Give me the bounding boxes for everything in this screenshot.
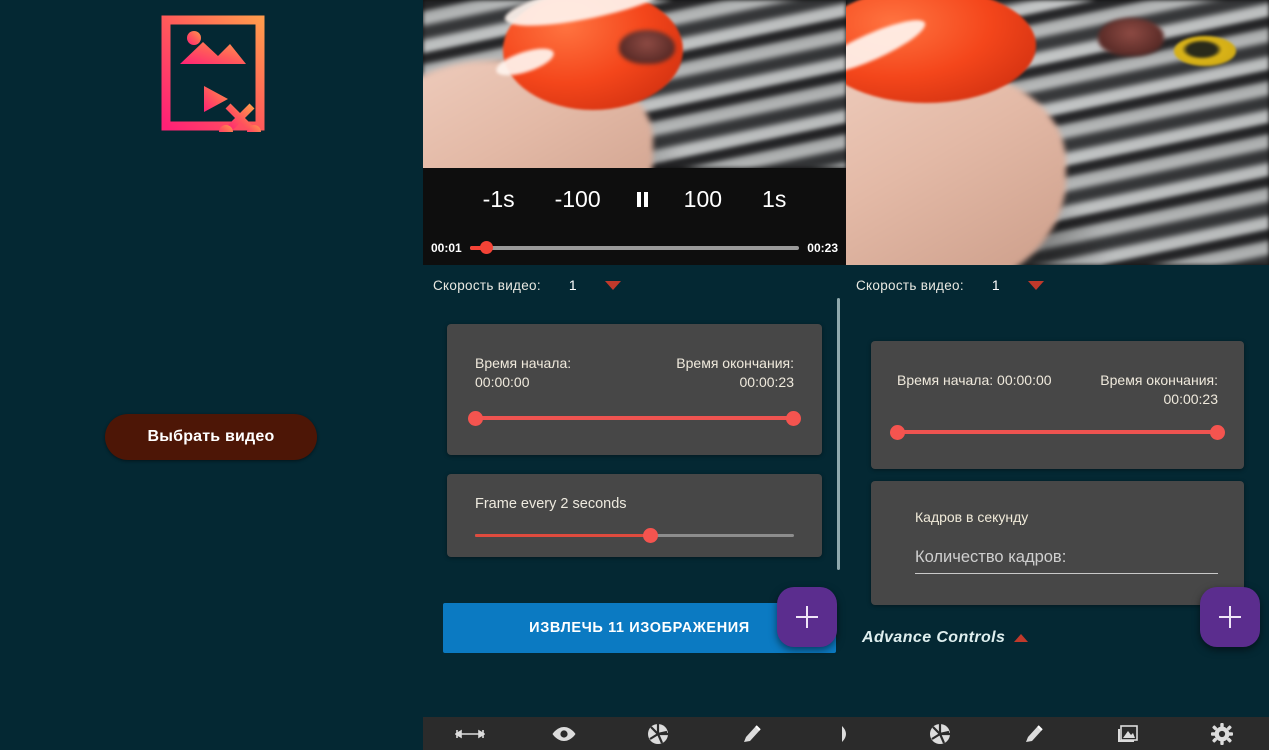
image-icon [1116, 723, 1140, 745]
video-preview-right[interactable] [846, 0, 1269, 265]
end-time-text-right: Время окончания: 00:00:23 [1100, 372, 1218, 407]
trim-range-thumb-start-left[interactable] [468, 410, 483, 426]
left-column: Выбрать видео [0, 0, 423, 750]
video-frame-image-left [423, 0, 846, 168]
trim-times-right: Время начала: 00:00:00 Время окончания: … [897, 371, 1218, 409]
current-time-label: 00:01 [431, 240, 462, 255]
panel-divider-handle[interactable] [837, 298, 840, 570]
trim-range-thumb-end-left[interactable] [786, 410, 801, 426]
tool-settings[interactable] [1175, 717, 1269, 750]
trim-range-slider-right[interactable] [890, 424, 1225, 440]
aperture-icon [929, 723, 951, 745]
plus-icon-right [1219, 606, 1241, 628]
pencil-icon [1023, 723, 1045, 745]
end-time-value-left: 00:00:23 [739, 374, 795, 390]
speed-value-right[interactable]: 1 [992, 277, 1000, 293]
tool-preview[interactable] [517, 717, 611, 750]
chevron-up-icon [1014, 634, 1029, 642]
speed-row-left: Скорость видео: 1 [433, 272, 621, 298]
add-fab-right[interactable] [1200, 587, 1260, 647]
speed-value-left[interactable]: 1 [569, 277, 577, 293]
seek-back-1s-button[interactable]: -1s [479, 186, 519, 213]
frame-interval-fill [475, 534, 651, 537]
transport-controls: -1s -100 100 1s [423, 168, 846, 230]
start-time-value-left: 00:00:00 [475, 374, 530, 390]
seek-back-100-button[interactable]: -100 [551, 186, 605, 213]
seek-row: 00:01 00:23 [423, 230, 846, 265]
chevron-down-icon-left[interactable] [604, 280, 621, 290]
gear-icon [1211, 722, 1233, 745]
total-time-label: 00:23 [807, 240, 838, 255]
aperture-icon [647, 723, 669, 745]
tool-camera[interactable] [611, 717, 705, 750]
tool-edit[interactable] [705, 717, 799, 750]
bottom-toolbar [423, 717, 1269, 750]
plus-icon-left [796, 606, 818, 628]
trim-card-right: Время начала: 00:00:00 Время окончания: … [871, 341, 1244, 469]
start-time-label-left: Время начала: [475, 355, 572, 371]
video-frame-image-right [846, 0, 1269, 265]
pick-video-button[interactable]: Выбрать видео [105, 414, 317, 460]
advance-controls-toggle[interactable]: Advance Controls [862, 629, 1029, 647]
trim-range-thumb-start-right[interactable] [890, 424, 905, 440]
eye-icon [551, 724, 577, 744]
tool-gallery[interactable] [1081, 717, 1175, 750]
fps-card: Кадров в секунду [871, 481, 1244, 605]
tool-play[interactable] [799, 717, 893, 750]
chevron-down-icon-right[interactable] [1027, 280, 1044, 290]
advance-controls-label: Advance Controls [862, 629, 1006, 646]
seek-fwd-100-button[interactable]: 100 [680, 186, 726, 213]
pencil-icon [741, 723, 763, 745]
seek-thumb[interactable] [480, 241, 494, 254]
fps-label: Кадров в секунду [915, 509, 1029, 525]
frame-interval-slider[interactable] [475, 528, 794, 543]
video-image-extractor-logo [158, 14, 268, 139]
video-preview-left[interactable] [423, 0, 846, 168]
play-triangle-icon [839, 723, 853, 745]
end-time-label-left: Время окончания: [676, 355, 794, 371]
fps-input[interactable] [915, 546, 1218, 574]
speed-label-left: Скорость видео: [433, 277, 541, 293]
frame-interval-thumb[interactable] [642, 528, 658, 543]
app-root: Выбрать видео -1s -100 100 1s 00:01 00:2… [0, 0, 1269, 750]
trim-range-slider-left[interactable] [468, 410, 801, 426]
tool-edit-2[interactable] [987, 717, 1081, 750]
speed-row-right: Скорость видео: 1 [856, 272, 1044, 298]
frame-interval-label: Frame every 2 seconds [475, 496, 627, 512]
trim-range-thumb-end-right[interactable] [1210, 424, 1225, 440]
seek-fwd-1s-button[interactable]: 1s [758, 186, 790, 213]
seek-slider[interactable] [469, 241, 800, 254]
trim-card-left: Время начала: 00:00:00 Время окончания: … [447, 324, 822, 455]
add-fab-left[interactable] [777, 587, 837, 647]
video-control-bar: -1s -100 100 1s 00:01 00:23 [423, 168, 846, 265]
speed-label-right: Скорость видео: [856, 277, 964, 293]
tool-camera-2[interactable] [893, 717, 987, 750]
trim-times-left: Время начала: 00:00:00 Время окончания: … [475, 354, 794, 392]
resize-arrows-icon [455, 724, 485, 744]
pause-icon[interactable] [636, 191, 648, 207]
tool-resize[interactable] [423, 717, 517, 750]
frame-interval-card: Frame every 2 seconds [447, 474, 822, 557]
start-time-text-right: Время начала: 00:00:00 [897, 372, 1052, 388]
